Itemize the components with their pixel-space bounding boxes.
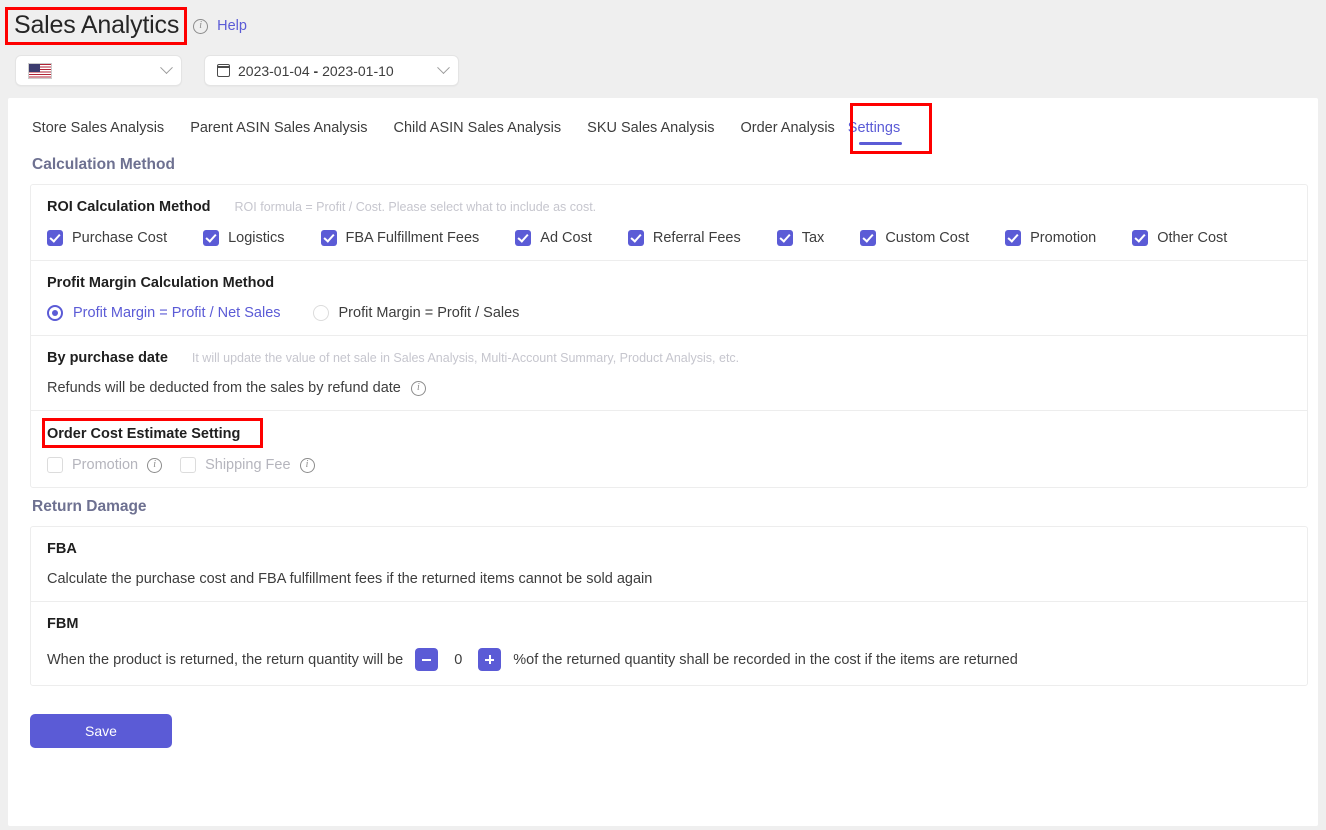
tab-store-sales-analysis[interactable]: Store Sales Analysis xyxy=(32,120,177,146)
calendar-icon xyxy=(216,64,231,77)
roi-option-custom-cost[interactable]: Custom Cost xyxy=(860,230,969,246)
roi-calculation-row: ROI Calculation Method ROI formula = Pro… xyxy=(31,185,1307,261)
fba-heading: FBA xyxy=(47,541,77,557)
fbm-text-after: %of the returned quantity shall be recor… xyxy=(513,651,1018,668)
profit-margin-row: Profit Margin Calculation Method Profit … xyxy=(31,261,1307,336)
fbm-heading: FBM xyxy=(47,616,79,632)
checkbox-unchecked-icon[interactable] xyxy=(47,457,63,473)
order-cost-estimate-row: Order Cost Estimate Setting Promotion i … xyxy=(31,411,1307,487)
profit-margin-option-label: Profit Margin = Profit / Sales xyxy=(338,305,520,321)
date-range-start: 2023-01-04 xyxy=(238,62,310,79)
refund-note-line: Refunds will be deducted from the sales … xyxy=(47,380,1307,396)
profit-margin-option-sales[interactable]: Profit Margin = Profit / Sales xyxy=(312,305,520,321)
tab-settings[interactable]: Settings xyxy=(848,120,913,146)
checkbox-checked-icon[interactable] xyxy=(627,230,644,246)
fbm-quantity-stepper-line: When the product is returned, the return… xyxy=(47,648,1307,671)
roi-hint: ROI formula = Profit / Cost. Please sele… xyxy=(234,200,597,214)
checkbox-checked-icon[interactable] xyxy=(47,230,63,246)
roi-option-label: FBA Fulfillment Fees xyxy=(345,230,480,246)
profit-margin-options: Profit Margin = Profit / Net Sales Profi… xyxy=(47,305,1307,321)
tab-parent-asin-sales-analysis[interactable]: Parent ASIN Sales Analysis xyxy=(177,120,380,146)
title-info-icon[interactable]: i xyxy=(193,18,209,34)
roi-option-ad-cost[interactable]: Ad Cost xyxy=(515,230,592,246)
main-panel: Store Sales Analysis Parent ASIN Sales A… xyxy=(8,98,1318,826)
date-range-end: 2023-01-10 xyxy=(322,62,394,79)
checkbox-checked-icon[interactable] xyxy=(515,230,532,246)
fbm-text-before: When the product is returned, the return… xyxy=(47,651,404,668)
roi-option-label: Ad Cost xyxy=(540,230,592,246)
radio-selected-icon[interactable] xyxy=(47,305,63,321)
order-cost-option-shipping-fee[interactable]: Shipping Fee i xyxy=(180,457,315,473)
roi-option-label: Purchase Cost xyxy=(72,230,168,246)
title-row: Sales Analytics i Help xyxy=(0,7,1326,45)
date-range-text: 2023-01-04 - 2023-01-10 xyxy=(238,63,394,79)
roi-option-purchase-cost[interactable]: Purchase Cost xyxy=(47,230,167,246)
roi-option-referral-fees[interactable]: Referral Fees xyxy=(627,230,741,246)
calculation-method-card: ROI Calculation Method ROI formula = Pro… xyxy=(30,184,1308,488)
roi-option-promotion[interactable]: Promotion xyxy=(1005,230,1096,246)
fbm-row: FBM When the product is returned, the re… xyxy=(31,602,1307,685)
roi-option-label: Tax xyxy=(801,230,825,246)
order-cost-estimate-heading: Order Cost Estimate Setting xyxy=(47,426,241,442)
tab-order-analysis[interactable]: Order Analysis xyxy=(728,120,848,146)
profit-margin-option-net-sales[interactable]: Profit Margin = Profit / Net Sales xyxy=(47,305,281,321)
fba-row: FBA Calculate the purchase cost and FBA … xyxy=(31,527,1307,602)
marketplace-select[interactable] xyxy=(15,55,182,86)
roi-option-fba-fulfillment-fees[interactable]: FBA Fulfillment Fees xyxy=(320,230,480,246)
calculation-method-title: Calculation Method xyxy=(32,156,175,173)
filters-row: 2023-01-04 - 2023-01-10 xyxy=(0,44,1326,98)
roi-option-label: Logistics xyxy=(228,230,285,246)
order-cost-option-label: Promotion xyxy=(72,457,139,473)
fbm-quantity-value[interactable]: 0 xyxy=(450,652,466,668)
roi-option-other-cost[interactable]: Other Cost xyxy=(1132,230,1227,246)
roi-option-logistics[interactable]: Logistics xyxy=(203,230,285,246)
checkbox-checked-icon[interactable] xyxy=(320,230,337,246)
top-bar: Sales Analytics i Help 2023-01-04 - 2023… xyxy=(0,0,1326,98)
return-damage-card: FBA Calculate the purchase cost and FBA … xyxy=(30,526,1308,686)
increment-button[interactable] xyxy=(478,648,502,671)
decrement-button[interactable] xyxy=(415,648,439,671)
footer-actions: Save xyxy=(8,686,1318,748)
order-cost-option-label: Shipping Fee xyxy=(205,457,291,473)
checkbox-checked-icon[interactable] xyxy=(776,230,793,246)
roi-heading: ROI Calculation Method xyxy=(47,199,211,215)
save-button[interactable]: Save xyxy=(30,714,172,748)
checkbox-checked-icon[interactable] xyxy=(1132,230,1149,246)
roi-option-label: Custom Cost xyxy=(885,230,970,246)
chevron-down-icon xyxy=(437,61,450,75)
profit-margin-option-label: Profit Margin = Profit / Net Sales xyxy=(73,305,281,321)
tab-bar: Store Sales Analysis Parent ASIN Sales A… xyxy=(8,98,1318,154)
date-range-picker[interactable]: 2023-01-04 - 2023-01-10 xyxy=(204,55,459,86)
profit-margin-heading: Profit Margin Calculation Method xyxy=(47,275,275,291)
checkbox-checked-icon[interactable] xyxy=(203,230,220,246)
roi-options: Purchase Cost Logistics FBA Fulfillment … xyxy=(47,230,1307,246)
refund-note-text: Refunds will be deducted from the sales … xyxy=(47,380,401,396)
return-damage-title: Return Damage xyxy=(32,498,147,515)
refund-note-info-icon[interactable]: i xyxy=(410,380,426,396)
shipping-fee-info-icon[interactable]: i xyxy=(299,457,315,473)
roi-option-tax[interactable]: Tax xyxy=(776,230,825,246)
help-link[interactable]: Help xyxy=(217,18,247,34)
by-purchase-date-row: By purchase date It will update the valu… xyxy=(31,336,1307,411)
by-purchase-date-heading: By purchase date xyxy=(47,350,168,366)
by-purchase-date-hint: It will update the value of net sale in … xyxy=(191,351,740,365)
tab-child-asin-sales-analysis[interactable]: Child ASIN Sales Analysis xyxy=(381,120,575,146)
order-cost-estimate-options: Promotion i Shipping Fee i xyxy=(47,457,1307,473)
fba-description: Calculate the purchase cost and FBA fulf… xyxy=(47,571,653,587)
checkbox-checked-icon[interactable] xyxy=(860,230,877,246)
promotion-info-icon[interactable]: i xyxy=(147,457,163,473)
checkbox-unchecked-icon[interactable] xyxy=(180,457,197,473)
order-cost-option-promotion[interactable]: Promotion i xyxy=(47,457,163,473)
roi-option-label: Other Cost xyxy=(1157,230,1228,246)
checkbox-checked-icon[interactable] xyxy=(1005,230,1022,246)
roi-option-label: Promotion xyxy=(1030,230,1097,246)
date-range-separator: - xyxy=(313,62,319,79)
chevron-down-icon xyxy=(160,61,173,75)
roi-option-label: Referral Fees xyxy=(652,230,741,246)
page-title: Sales Analytics xyxy=(4,7,188,45)
tab-sku-sales-analysis[interactable]: SKU Sales Analysis xyxy=(574,120,727,146)
us-flag-icon xyxy=(28,62,52,79)
radio-unselected-icon[interactable] xyxy=(312,305,329,321)
